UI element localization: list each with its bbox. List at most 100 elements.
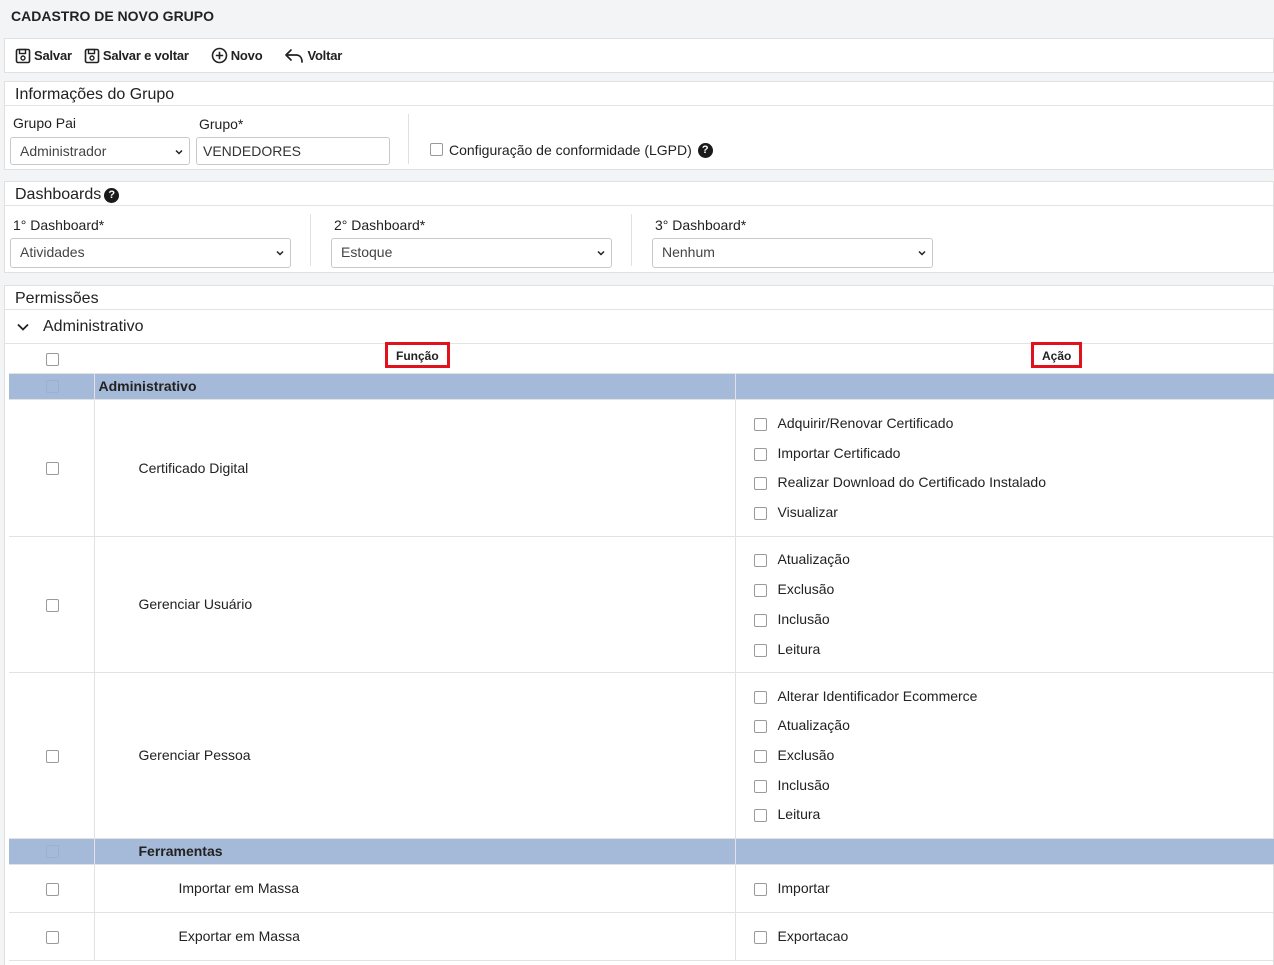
plus-circle-icon xyxy=(211,47,228,64)
action-checkbox[interactable] xyxy=(753,417,767,431)
title-bar: CADASTRO DE NOVO GRUPO xyxy=(0,0,1274,36)
function-name: Gerenciar Usuário xyxy=(138,596,253,612)
dashboards-header: Dashboards ? xyxy=(5,182,1273,206)
new-button-label: Novo xyxy=(230,48,263,63)
permissions-table: Função Ação Administrativo Certificado D… xyxy=(9,342,1274,961)
group-info-panel: Informações do Grupo Grupo Pai Administr… xyxy=(4,81,1274,170)
row-checkbox[interactable] xyxy=(46,930,59,944)
chevron-down-icon xyxy=(175,149,183,155)
back-button[interactable]: Voltar xyxy=(284,48,342,64)
action-label: Importar Certificado xyxy=(777,444,901,461)
action-checkbox[interactable] xyxy=(753,643,767,657)
row-checkbox[interactable] xyxy=(46,598,59,612)
module-accordion-header[interactable]: Administrativo xyxy=(5,311,1274,344)
action-item[interactable]: Visualizar xyxy=(753,497,1274,527)
dashboard-2-label: 2° Dashboard* xyxy=(334,217,426,233)
row-checkbox[interactable] xyxy=(46,461,59,475)
action-checkbox[interactable] xyxy=(753,750,767,763)
function-name: Exportar em Massa xyxy=(178,928,300,944)
new-button[interactable]: Novo xyxy=(211,47,263,64)
save-and-back-label: Salvar e voltar xyxy=(102,48,189,63)
divider xyxy=(631,214,632,266)
toolbar: Salvar Salvar e voltar Novo Voltar xyxy=(4,38,1274,73)
row-checkbox[interactable] xyxy=(46,882,59,896)
action-checkbox[interactable] xyxy=(753,507,767,521)
action-item[interactable]: Realizar Download do Certificado Instala… xyxy=(753,468,1274,498)
lgpd-checkbox[interactable] xyxy=(430,143,443,156)
function-name: Gerenciar Pessoa xyxy=(138,747,251,763)
action-item[interactable]: Inclusão xyxy=(753,770,1274,800)
divider xyxy=(408,114,409,164)
dashboard-3-label: 3° Dashboard* xyxy=(655,217,747,233)
action-item[interactable]: Exportacao xyxy=(753,921,1274,951)
select-all-checkbox[interactable] xyxy=(46,353,59,366)
action-label: Visualizar xyxy=(777,504,838,521)
action-checkbox[interactable] xyxy=(753,447,767,461)
dashboard-1-value: Atividades xyxy=(20,244,85,260)
action-checkbox[interactable] xyxy=(753,809,767,823)
column-header-function: Função xyxy=(385,342,450,368)
group-checkbox[interactable] xyxy=(46,844,59,858)
action-item[interactable]: Atualização xyxy=(753,545,1274,575)
group-row-ferramentas: Ferramentas xyxy=(9,838,1274,865)
action-item[interactable]: Importar xyxy=(753,873,1274,903)
action-checkbox[interactable] xyxy=(753,931,767,944)
action-item[interactable]: Atualização xyxy=(753,710,1274,740)
action-item[interactable]: Alterar Identificador Ecommerce xyxy=(753,681,1274,711)
group-name-label: Grupo* xyxy=(199,116,244,132)
action-item[interactable]: Inclusão xyxy=(753,604,1274,634)
group-info-title: Informações do Grupo xyxy=(15,86,175,103)
save-button[interactable]: Salvar xyxy=(15,48,72,64)
table-row: Gerenciar Pessoa Alterar Identificador E… xyxy=(9,672,1274,839)
group-name-value: VENDEDORES xyxy=(203,143,302,159)
table-row: Gerenciar Usuário Atualização Exclusão I… xyxy=(9,536,1274,673)
group-name: Ferramentas xyxy=(138,843,223,859)
parent-group-value: Administrador xyxy=(20,143,107,159)
dashboard-1-select[interactable]: Atividades xyxy=(10,238,291,268)
action-checkbox[interactable] xyxy=(753,613,767,627)
action-checkbox[interactable] xyxy=(753,477,767,491)
action-label: Inclusão xyxy=(777,610,830,627)
dashboard-3-select[interactable]: Nenhum xyxy=(652,238,933,268)
help-icon[interactable]: ? xyxy=(697,142,713,158)
group-row-administrativo: Administrativo xyxy=(9,373,1274,400)
action-checkbox[interactable] xyxy=(753,690,767,704)
action-item[interactable]: Adquirir/Renovar Certificado xyxy=(753,408,1274,438)
help-icon[interactable]: ? xyxy=(104,187,120,203)
reply-arrow-icon xyxy=(285,48,304,63)
dashboards-panel: Dashboards ? 1° Dashboard* Atividades 2°… xyxy=(4,181,1274,273)
floppy-disk-icon xyxy=(15,48,31,63)
group-name: Administrativo xyxy=(98,378,197,394)
group-name-input[interactable]: VENDEDORES xyxy=(196,137,390,165)
save-button-label: Salvar xyxy=(34,48,72,63)
group-checkbox[interactable] xyxy=(46,379,59,393)
chevron-down-icon xyxy=(597,250,605,256)
page-title: CADASTRO DE NOVO GRUPO xyxy=(11,8,215,24)
action-item[interactable]: Leitura xyxy=(753,800,1274,830)
action-label: Exportacao xyxy=(777,928,849,944)
chevron-down-icon xyxy=(276,250,284,256)
action-label: Leitura xyxy=(777,806,821,823)
action-checkbox[interactable] xyxy=(753,883,767,896)
table-header-row: Função Ação xyxy=(9,342,1274,374)
back-button-label: Voltar xyxy=(307,48,343,63)
parent-group-select[interactable]: Administrador xyxy=(10,137,190,165)
action-label: Realizar Download do Certificado Instala… xyxy=(777,474,1046,491)
action-item[interactable]: Exclusão xyxy=(753,574,1274,604)
action-checkbox[interactable] xyxy=(753,720,767,734)
action-checkbox[interactable] xyxy=(753,584,767,598)
action-item[interactable]: Exclusão xyxy=(753,740,1274,770)
group-info-header: Informações do Grupo xyxy=(5,82,1273,106)
save-and-back-button[interactable]: Salvar e voltar xyxy=(84,48,189,64)
dashboards-title: Dashboards xyxy=(15,186,102,203)
action-checkbox[interactable] xyxy=(753,779,767,793)
dashboard-2-select[interactable]: Estoque xyxy=(331,238,612,268)
row-checkbox[interactable] xyxy=(46,749,59,763)
action-label: Exclusão xyxy=(777,581,835,598)
action-item[interactable]: Leitura xyxy=(753,634,1274,664)
action-checkbox[interactable] xyxy=(753,554,767,568)
divider xyxy=(310,214,311,266)
action-label: Importar xyxy=(777,880,830,896)
action-label: Alterar Identificador Ecommerce xyxy=(777,687,978,704)
action-item[interactable]: Importar Certificado xyxy=(753,438,1274,468)
